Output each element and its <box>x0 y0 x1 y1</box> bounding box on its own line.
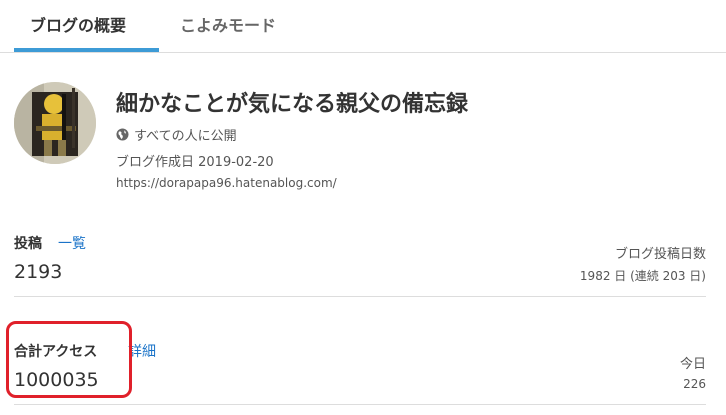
posts-count: 2193 <box>14 261 63 283</box>
tab-bar: ブログの概要 こよみモード <box>0 0 726 53</box>
tab-koyomi-mode[interactable]: こよみモード <box>180 12 276 36</box>
avatar-image <box>14 82 96 164</box>
posting-days-value: 1982 日 (連続 203 日) <box>579 269 706 283</box>
blog-url: https://dorapapa96.hatenablog.com/ <box>116 176 337 190</box>
highlight-annotation <box>6 321 132 398</box>
visibility-status: すべての人に公開 <box>116 125 237 144</box>
section-divider <box>14 404 706 405</box>
posts-list-link[interactable]: 一覧 <box>58 233 86 253</box>
active-tab-indicator <box>14 48 159 52</box>
today-value: 226 <box>683 377 706 391</box>
section-divider <box>14 296 706 297</box>
access-detail-link[interactable]: 詳細 <box>128 341 156 361</box>
blog-title: 細かなことが気になる親父の備忘録 <box>116 92 469 117</box>
blog-created-date: ブログ作成日 2019-02-20 <box>116 155 274 170</box>
globe-icon <box>116 128 129 141</box>
posting-days-label: ブログ投稿日数 <box>614 247 706 262</box>
tab-blog-overview[interactable]: ブログの概要 <box>30 12 126 36</box>
today-label: 今日 <box>679 357 706 372</box>
blog-avatar[interactable] <box>14 82 96 164</box>
visibility-label: すべての人に公開 <box>134 129 237 144</box>
posts-label: 投稿 <box>14 236 42 252</box>
